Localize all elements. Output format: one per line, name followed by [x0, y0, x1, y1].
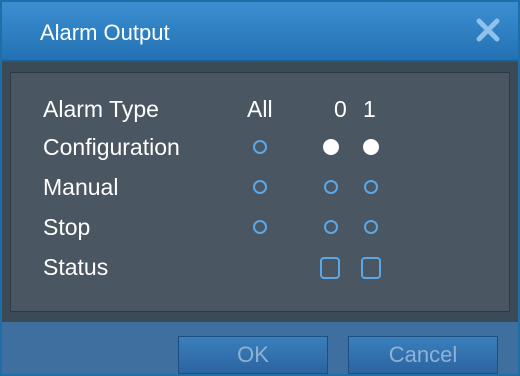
configuration-all-radio[interactable]	[253, 140, 267, 154]
status-channel-1-indicator	[361, 257, 381, 279]
status-channel-0-indicator	[320, 257, 340, 279]
ok-button[interactable]: OK	[178, 336, 328, 374]
row-label-status: Status	[43, 254, 109, 280]
settings-panel: Alarm Type All 0 1 Configuration Manual …	[10, 72, 510, 312]
column-0-header: 0	[334, 96, 347, 122]
close-icon	[476, 18, 500, 42]
row-label-stop: Stop	[43, 214, 91, 240]
alarm-output-dialog: Alarm Output Alarm Type All 0 1 Configur…	[0, 0, 520, 376]
row-label-configuration: Configuration	[43, 134, 180, 160]
dialog-title: Alarm Output	[40, 20, 170, 45]
column-all-header: All	[247, 96, 273, 122]
alarm-type-label: Alarm Type	[43, 96, 159, 122]
stop-channel-0-radio[interactable]	[324, 220, 338, 234]
close-button[interactable]	[474, 16, 502, 44]
stop-all-radio[interactable]	[253, 220, 267, 234]
column-1-header: 1	[363, 96, 376, 122]
manual-all-radio[interactable]	[253, 180, 267, 194]
configuration-channel-1-radio[interactable]	[363, 139, 379, 155]
title-bar: Alarm Output	[2, 2, 518, 62]
row-label-manual: Manual	[43, 174, 119, 200]
manual-channel-0-radio[interactable]	[324, 180, 338, 194]
cancel-button[interactable]: Cancel	[348, 336, 498, 374]
manual-channel-1-radio[interactable]	[364, 180, 378, 194]
stop-channel-1-radio[interactable]	[364, 220, 378, 234]
configuration-channel-0-radio[interactable]	[323, 139, 339, 155]
button-bar: OK Cancel	[2, 322, 518, 374]
